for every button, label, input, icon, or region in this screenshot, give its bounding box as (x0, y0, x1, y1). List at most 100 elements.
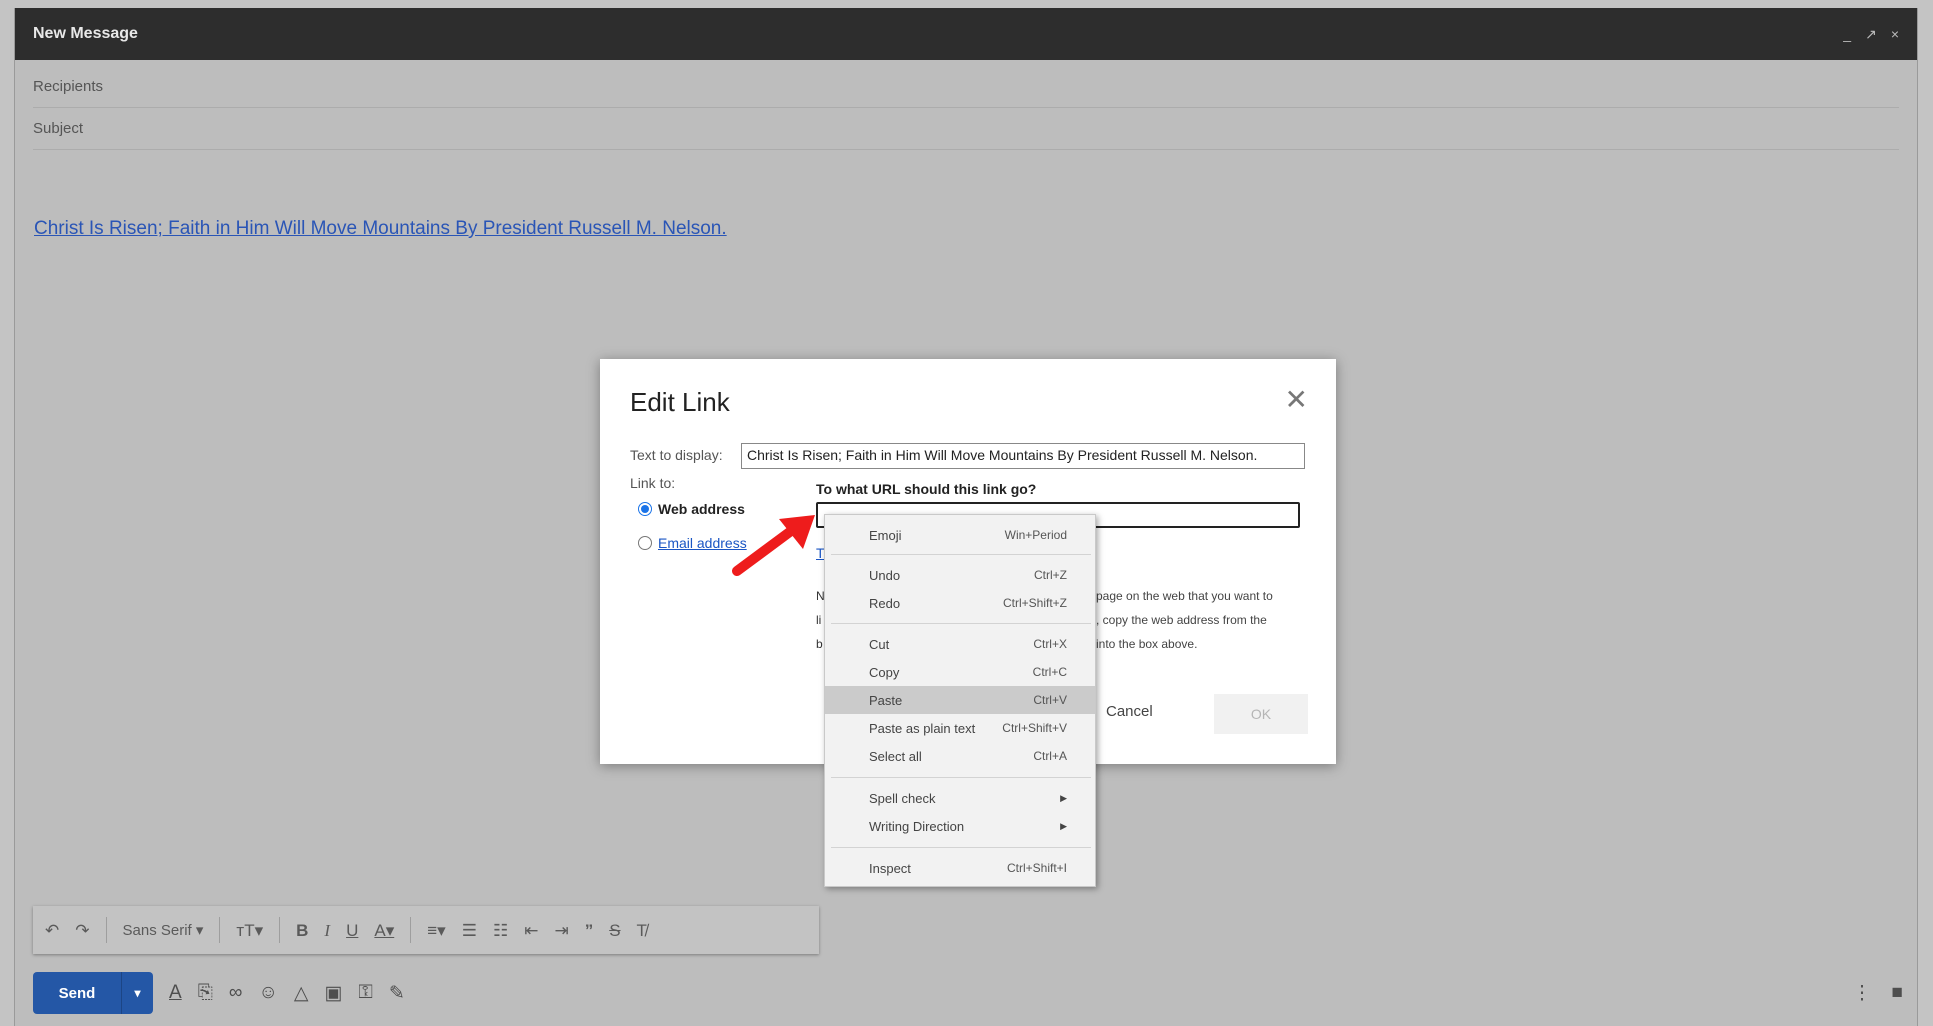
close-icon[interactable]: ✕ (1285, 383, 1308, 416)
note-text: , copy the web address from the (1096, 613, 1267, 627)
menu-item-copy[interactable]: Copy Ctrl+C (825, 658, 1095, 686)
drive-icon[interactable]: △ (294, 982, 309, 1005)
minimize-icon[interactable]: _ (1843, 26, 1851, 43)
menu-item-label: Cut (869, 636, 890, 652)
menu-item-emoji[interactable]: Emoji Win+Period (825, 521, 1095, 549)
send-label: Send (58, 984, 96, 1002)
font-family-select[interactable]: Sans Serif ▾ (123, 921, 204, 939)
menu-item-label: Emoji (869, 527, 902, 543)
menu-item-label: Spell check (869, 790, 936, 806)
body-hyperlink[interactable]: Christ Is Risen; Faith in Him Will Move … (34, 218, 727, 240)
menu-item-cut[interactable]: Cut Ctrl+X (825, 630, 1095, 658)
menu-item-label: Writing Direction (869, 818, 965, 834)
redo-icon[interactable]: ↷ (75, 922, 89, 939)
menu-divider (831, 847, 1091, 848)
menu-item-paste-plain[interactable]: Paste as plain text Ctrl+Shift+V (825, 714, 1095, 742)
recipients-placeholder: Recipients (33, 78, 104, 95)
insert-photo-icon[interactable]: ▣ (324, 982, 342, 1005)
window-controls: _ ↗ × (1843, 26, 1899, 43)
bulleted-list-icon[interactable]: ☷ (493, 922, 508, 939)
formatting-options-icon[interactable]: A (169, 982, 182, 1004)
menu-item-label: Paste (869, 692, 903, 708)
web-address-option[interactable]: Web address (638, 501, 745, 517)
send-bar: Send ▾ A ⎘ ∞ ☺ △ ▣ ⚿ ✎ ⋮ ■ (33, 970, 1903, 1016)
remove-formatting-icon[interactable]: T̸ (637, 922, 647, 939)
indent-more-icon[interactable]: ⇥ (554, 922, 568, 939)
font-family-value: Sans Serif (122, 922, 192, 939)
note-text-partial: li (816, 613, 822, 627)
toolbar-divider (279, 917, 281, 943)
menu-item-shortcut: Ctrl+A (1033, 749, 1067, 763)
menu-item-shortcut: Ctrl+X (1033, 637, 1067, 651)
dialog-title: Edit Link (630, 387, 730, 417)
toolbar-divider (105, 917, 107, 943)
note-text: into the box above. (1096, 637, 1198, 651)
strikethrough-icon[interactable]: S (609, 922, 620, 939)
menu-item-writing-direction[interactable]: Writing Direction ▶ (825, 812, 1095, 840)
recipients-field[interactable]: Recipients (33, 66, 1899, 108)
attach-icon[interactable]: ⎘ (198, 982, 213, 1004)
submenu-arrow-icon: ▶ (1060, 820, 1067, 831)
web-address-radio[interactable] (638, 502, 652, 516)
font-size-icon[interactable]: тT▾ (236, 922, 263, 939)
menu-item-label: Inspect (869, 860, 911, 876)
menu-item-inspect[interactable]: Inspect Ctrl+Shift+I (825, 854, 1095, 882)
close-icon[interactable]: × (1891, 26, 1899, 43)
note-text-partial: b (816, 637, 823, 651)
submenu-arrow-icon: ▶ (1060, 792, 1067, 803)
bold-icon[interactable]: B (296, 922, 308, 939)
signature-icon[interactable]: ✎ (389, 982, 405, 1005)
confidential-icon[interactable]: ⚿ (358, 982, 372, 1004)
menu-item-shortcut: Win+Period (1004, 528, 1067, 542)
text-to-display-label: Text to display: (630, 447, 723, 463)
menu-item-shortcut: Ctrl+Shift+Z (1002, 596, 1067, 610)
menu-item-undo[interactable]: Undo Ctrl+Z (825, 561, 1095, 589)
menu-divider (831, 777, 1091, 778)
emoji-icon[interactable]: ☺ (258, 982, 277, 1004)
text-to-display-input[interactable]: Christ Is Risen; Faith in Him Will Move … (741, 443, 1305, 469)
ok-button[interactable]: OK (1214, 694, 1308, 734)
send-options-icon[interactable]: ▾ (121, 972, 153, 1014)
menu-item-spell-check[interactable]: Spell check ▶ (825, 784, 1095, 812)
menu-item-shortcut: Ctrl+Z (1034, 568, 1067, 582)
menu-item-label: Redo (869, 595, 901, 611)
toolbar-divider (410, 917, 412, 943)
more-options-icon[interactable]: ⋮ (1853, 982, 1872, 1005)
menu-item-shortcut: Ctrl+Shift+I (1006, 861, 1067, 875)
text-color-icon[interactable]: A▾ (374, 922, 394, 939)
menu-divider (831, 554, 1091, 555)
url-question: To what URL should this link go? (816, 481, 1037, 497)
send-button[interactable]: Send ▾ (33, 972, 153, 1014)
compose-title: New Message (33, 25, 138, 42)
context-menu: Emoji Win+Period Undo Ctrl+Z Redo Ctrl+S… (824, 514, 1096, 887)
menu-item-shortcut: Ctrl+Shift+V (1002, 721, 1067, 735)
italic-icon[interactable]: I (324, 922, 330, 939)
menu-item-label: Copy (869, 664, 900, 680)
indent-less-icon[interactable]: ⇤ (524, 922, 538, 939)
formatting-toolbar: ↶ ↷ Sans Serif ▾ тT▾ B I U A▾ ≡▾ ☰ ☷ ⇤ ⇥… (33, 906, 819, 954)
cancel-button[interactable]: Cancel (1106, 703, 1153, 720)
email-address-radio[interactable] (638, 536, 652, 550)
menu-item-redo[interactable]: Redo Ctrl+Shift+Z (825, 589, 1095, 617)
underline-icon[interactable]: U (346, 922, 358, 939)
menu-item-shortcut: Ctrl+C (1032, 665, 1067, 679)
discard-draft-icon[interactable]: ■ (1892, 982, 1903, 1005)
numbered-list-icon[interactable]: ☰ (462, 922, 477, 939)
menu-item-label: Undo (869, 567, 901, 583)
align-icon[interactable]: ≡▾ (427, 922, 445, 939)
subject-field[interactable]: Subject (33, 108, 1899, 150)
menu-item-label: Paste as plain text (869, 720, 976, 736)
link-to-label: Link to: (630, 475, 676, 491)
toolbar-divider (219, 917, 221, 943)
quote-icon[interactable]: ” (585, 922, 594, 939)
menu-item-paste[interactable]: Paste Ctrl+V (825, 686, 1095, 714)
note-text: page on the web that you want to (1096, 589, 1273, 603)
insert-link-icon[interactable]: ∞ (229, 982, 243, 1004)
annotation-arrow-icon (732, 515, 815, 576)
menu-divider (831, 623, 1091, 624)
subject-placeholder: Subject (33, 120, 84, 137)
undo-icon[interactable]: ↶ (45, 922, 59, 939)
expand-icon[interactable]: ↗ (1865, 26, 1877, 43)
menu-item-select-all[interactable]: Select all Ctrl+A (825, 742, 1095, 770)
menu-item-label: Select all (869, 748, 922, 764)
